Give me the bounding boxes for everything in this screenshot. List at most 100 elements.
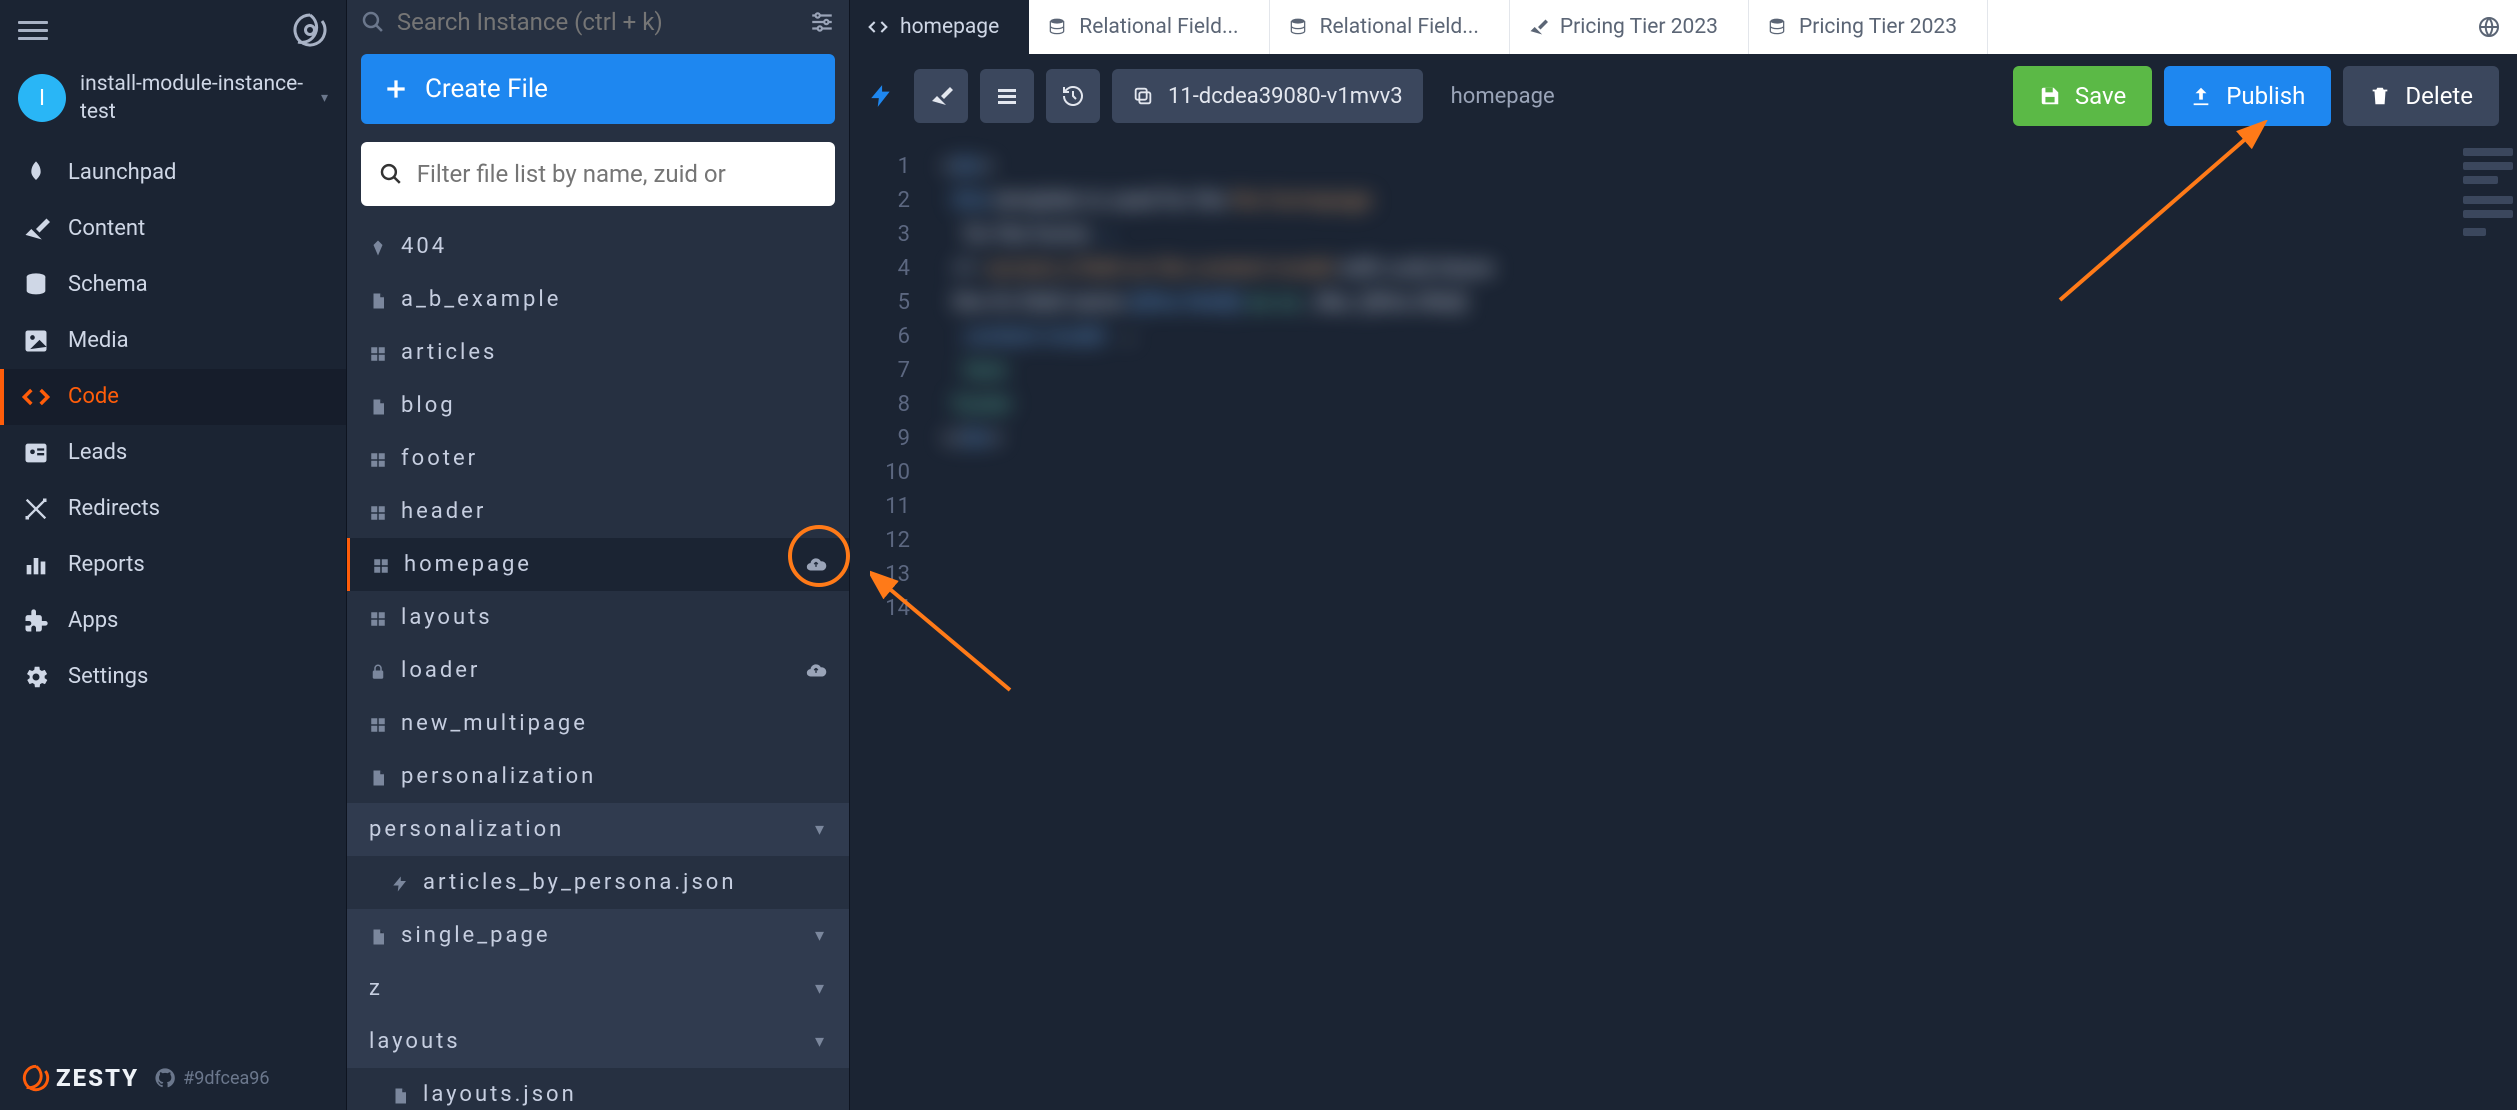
nav-label: Schema bbox=[68, 272, 148, 297]
file-group-single_page[interactable]: single_page▾ bbox=[347, 909, 849, 962]
file-label: 404 bbox=[401, 234, 827, 259]
tab-label: Pricing Tier 2023 bbox=[1560, 15, 1718, 39]
file-filter[interactable] bbox=[361, 142, 835, 206]
diamond-icon bbox=[369, 238, 387, 256]
nav-redirects[interactable]: Redirects bbox=[0, 481, 346, 537]
breadcrumb: homepage bbox=[1451, 84, 1555, 109]
instance-switcher[interactable]: I install-module-instance-test ▾ bbox=[0, 60, 346, 145]
tab-label: Pricing Tier 2023 bbox=[1799, 15, 1957, 39]
file-item-a_b_example[interactable]: a_b_example bbox=[347, 273, 849, 326]
nav-code[interactable]: Code bbox=[0, 369, 346, 425]
file-label: a_b_example bbox=[401, 287, 827, 312]
publish-label: Publish bbox=[2226, 82, 2305, 110]
nav-leads[interactable]: Leads bbox=[0, 425, 346, 481]
tab-label: Relational Field... bbox=[1320, 15, 1479, 39]
file-item-404[interactable]: 404 bbox=[347, 220, 849, 273]
tab-label: homepage bbox=[900, 15, 999, 39]
nav-content[interactable]: Content bbox=[0, 201, 346, 257]
tab-pricing-tier-2023[interactable]: Pricing Tier 2023 bbox=[1510, 0, 1749, 54]
instance-avatar: I bbox=[18, 74, 66, 122]
tab-homepage[interactable]: homepage bbox=[850, 0, 1029, 54]
file-item-homepage[interactable]: homepage bbox=[347, 538, 849, 591]
file-item-layouts.json[interactable]: layouts.json bbox=[347, 1068, 849, 1110]
create-file-label: Create File bbox=[425, 74, 548, 104]
db-icon bbox=[1047, 17, 1067, 37]
edit-view-button[interactable] bbox=[914, 69, 968, 123]
tab-relational-field-[interactable]: Relational Field... bbox=[1029, 0, 1269, 54]
file-item-loader[interactable]: loader bbox=[347, 644, 849, 697]
minimap[interactable] bbox=[2459, 138, 2517, 1110]
page-icon bbox=[391, 1086, 409, 1104]
grid-icon bbox=[369, 715, 387, 733]
tab-bar: homepage Relational Field... Relational Fi… bbox=[850, 0, 2517, 54]
editor-toolbar: 11-dcdea39080-v1mvv3 homepage Save Publi… bbox=[850, 54, 2517, 138]
grid-icon bbox=[369, 450, 387, 468]
file-item-layouts[interactable]: layouts bbox=[347, 591, 849, 644]
plus-icon bbox=[383, 76, 409, 102]
copy-icon bbox=[1132, 85, 1154, 107]
global-search[interactable] bbox=[361, 8, 799, 36]
upload-icon bbox=[2190, 85, 2212, 107]
pencil-icon bbox=[1528, 17, 1548, 37]
brand-text: ZESTY bbox=[56, 1064, 139, 1092]
file-group-z[interactable]: z▾ bbox=[347, 962, 849, 1015]
page-icon bbox=[369, 397, 387, 415]
hash-text: #9dfcea96 bbox=[183, 1068, 269, 1089]
group-label: z bbox=[369, 976, 815, 1001]
commit-hash[interactable]: #9dfcea96 bbox=[155, 1068, 269, 1089]
nav-launchpad[interactable]: Launchpad bbox=[0, 145, 346, 201]
nav-label: Reports bbox=[68, 552, 145, 577]
cloud-upload-icon bbox=[805, 554, 827, 576]
file-panel: Create File 404 a_b_example articles blog fo… bbox=[347, 0, 850, 1110]
nav-label: Redirects bbox=[68, 496, 160, 521]
file-item-header[interactable]: header bbox=[347, 485, 849, 538]
trash-icon bbox=[2369, 85, 2391, 107]
delete-button[interactable]: Delete bbox=[2343, 66, 2499, 126]
nav-schema[interactable]: Schema bbox=[0, 257, 346, 313]
global-search-input[interactable] bbox=[397, 8, 799, 36]
file-item-personalization[interactable]: personalization bbox=[347, 750, 849, 803]
bolt-icon bbox=[391, 874, 409, 892]
file-item-articles_by_persona.json[interactable]: articles_by_persona.json bbox=[347, 856, 849, 909]
file-group-personalization[interactable]: personalization▾ bbox=[347, 803, 849, 856]
list-view-button[interactable] bbox=[980, 69, 1034, 123]
file-item-footer[interactable]: footer bbox=[347, 432, 849, 485]
app-sidebar: I install-module-instance-test ▾ Launchp… bbox=[0, 0, 347, 1110]
file-label: new_multipage bbox=[401, 711, 827, 736]
file-label: footer bbox=[401, 446, 827, 471]
create-file-button[interactable]: Create File bbox=[361, 54, 835, 124]
nav-media[interactable]: Media bbox=[0, 313, 346, 369]
code-editor[interactable]: 1234567891011121314 <div> this template … bbox=[850, 138, 2517, 1110]
chevron-down-icon: ▾ bbox=[815, 925, 827, 946]
page-icon bbox=[369, 768, 387, 786]
cloud-upload-icon bbox=[805, 660, 827, 682]
file-tree[interactable]: 404 a_b_example articles blog footer headerho… bbox=[347, 220, 849, 1110]
menu-toggle-icon[interactable] bbox=[18, 16, 48, 45]
publish-button[interactable]: Publish bbox=[2164, 66, 2331, 126]
file-item-articles[interactable]: articles bbox=[347, 326, 849, 379]
globe-icon[interactable] bbox=[2477, 15, 2501, 39]
history-button[interactable] bbox=[1046, 69, 1100, 123]
save-button[interactable]: Save bbox=[2013, 66, 2152, 126]
tab-relational-field-[interactable]: Relational Field... bbox=[1270, 0, 1510, 54]
file-label: layouts bbox=[401, 605, 827, 630]
tune-icon[interactable] bbox=[809, 9, 835, 35]
resource-id-value: 11-dcdea39080-v1mvv3 bbox=[1168, 84, 1403, 109]
nav-apps[interactable]: Apps bbox=[0, 593, 346, 649]
file-group-layouts[interactable]: layouts▾ bbox=[347, 1015, 849, 1068]
file-label: articles bbox=[401, 340, 827, 365]
grid-icon bbox=[369, 609, 387, 627]
github-icon bbox=[155, 1068, 175, 1088]
resource-id-chip[interactable]: 11-dcdea39080-v1mvv3 bbox=[1112, 69, 1423, 123]
tab-pricing-tier-2023[interactable]: Pricing Tier 2023 bbox=[1749, 0, 1988, 54]
file-item-blog[interactable]: blog bbox=[347, 379, 849, 432]
file-filter-input[interactable] bbox=[417, 160, 817, 188]
delete-label: Delete bbox=[2405, 82, 2473, 110]
nav-settings[interactable]: Settings bbox=[0, 649, 346, 705]
nav-reports[interactable]: Reports bbox=[0, 537, 346, 593]
chevron-down-icon: ▾ bbox=[815, 1031, 827, 1052]
nav-label: Code bbox=[68, 384, 119, 409]
nav-label: Apps bbox=[68, 608, 118, 633]
file-item-new_multipage[interactable]: new_multipage bbox=[347, 697, 849, 750]
bolt-icon[interactable] bbox=[868, 83, 894, 109]
